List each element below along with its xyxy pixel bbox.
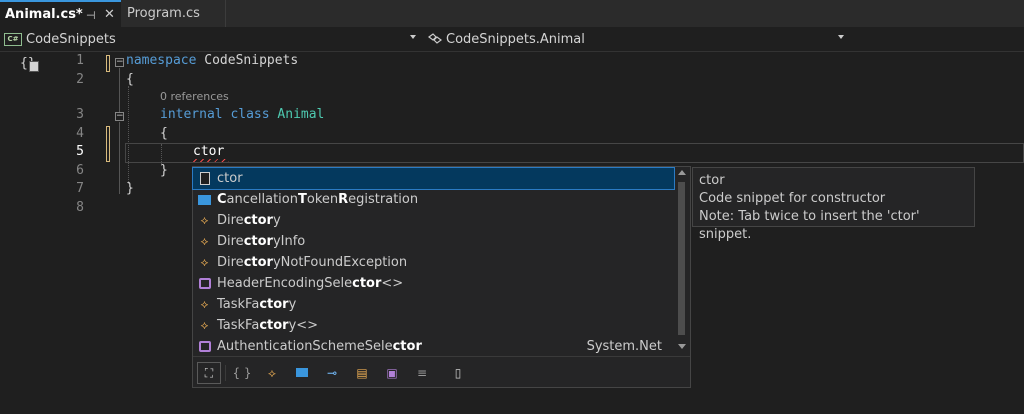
line-number: 8 — [76, 200, 84, 215]
code-line-7: } — [126, 181, 134, 196]
line-number: 6 — [76, 163, 84, 178]
scroll-thumb[interactable] — [678, 182, 685, 335]
chevron-down-icon — [838, 35, 844, 39]
tab-strip: Animal.cs* ⊣ ✕ Program.cs — [0, 0, 1024, 27]
completion-item[interactable]: HeaderEncodingSelector<> — [193, 273, 674, 294]
completion-item-label: Directory — [217, 213, 281, 228]
line-number: 1 — [76, 53, 84, 68]
expand-filter-icon[interactable]: ⛶ — [197, 362, 221, 384]
line-number: 4 — [76, 126, 84, 141]
completion-item-namespace: System.Net — [586, 339, 662, 354]
tab-label: Program.cs — [127, 6, 200, 21]
completion-item-label: TaskFactory — [217, 297, 297, 312]
delegate-icon — [197, 339, 212, 354]
completion-scrollbar[interactable] — [675, 168, 689, 354]
delegate-icon — [197, 276, 212, 291]
change-marker — [106, 55, 110, 72]
completion-item-label: CancellationTokenRegistration — [217, 192, 419, 207]
code-line-3: internal class Animal — [160, 107, 324, 122]
completion-item[interactable]: ⟡ DirectoryNotFoundException — [193, 252, 674, 273]
code-line-6: } — [160, 163, 168, 178]
tab-label: Animal.cs* — [5, 7, 83, 22]
interface-filter-icon[interactable]: ⊸ — [321, 363, 343, 383]
current-line-highlight — [125, 143, 1024, 163]
line-number: 7 — [76, 181, 84, 196]
change-marker — [106, 126, 110, 162]
completion-item[interactable]: ⟡ DirectoryInfo — [193, 231, 674, 252]
codelens-references[interactable]: 0 references — [160, 90, 229, 103]
namespace-filter-icon[interactable]: { } — [231, 363, 253, 383]
completion-item[interactable]: ⟡ Directory — [193, 210, 674, 231]
code-line-1: namespace CodeSnippets — [126, 53, 298, 68]
fold-line — [119, 122, 120, 194]
separator — [225, 365, 226, 381]
chevron-down-icon — [410, 35, 416, 39]
indent-guide — [128, 86, 129, 184]
tooltip-description: Code snippet for constructor — [699, 191, 886, 206]
class-dropdown[interactable]: CodeSnippets.Animal — [428, 29, 848, 49]
project-label: CodeSnippets — [26, 31, 116, 47]
class-icon — [428, 33, 442, 44]
completion-item-label: DirectoryInfo — [217, 234, 306, 249]
completion-item[interactable]: CancellationTokenRegistration — [193, 189, 674, 210]
code-line-4: { — [160, 126, 168, 141]
completion-item[interactable]: ctor — [192, 167, 675, 190]
class-icon: ⟡ — [200, 318, 209, 332]
completion-item-label: ctor — [217, 171, 243, 186]
enum-filter-icon[interactable]: ▤ — [351, 363, 373, 383]
line-number-current: 5 — [76, 144, 84, 159]
identifier: CodeSnippets — [196, 53, 299, 68]
keyword: class — [222, 107, 270, 122]
scroll-down-icon[interactable] — [678, 344, 686, 349]
code-line-2: { — [126, 72, 134, 87]
delegate-filter-icon[interactable]: ▣ — [381, 363, 403, 383]
pin-icon[interactable]: ⊣ — [86, 9, 96, 22]
class-filter-icon[interactable]: ⟡ — [261, 363, 283, 383]
fold-toggle-icon[interactable]: − — [115, 58, 124, 67]
snippet-filter-icon[interactable]: ▯ — [447, 363, 469, 383]
completion-filter-bar: ⛶ { } ⟡ ⊸ ▤ ▣ ≡ ▯ — [193, 356, 690, 388]
class-icon: ⟡ — [200, 297, 209, 311]
type-name: Animal — [269, 107, 325, 122]
close-icon[interactable]: ✕ — [104, 7, 115, 22]
class-icon: ⟡ — [200, 255, 209, 269]
intellisense-completion-list[interactable]: ctor CancellationTokenRegistration ⟡ Direct… — [192, 166, 691, 388]
line-number: 2 — [76, 72, 84, 87]
fold-toggle-icon[interactable]: − — [115, 112, 124, 121]
struct-icon — [197, 192, 212, 207]
struct-filter-icon[interactable] — [291, 363, 313, 383]
tooltip-title: ctor — [699, 173, 725, 188]
code-line-5: ctor — [193, 144, 225, 159]
completion-item-label: HeaderEncodingSelector<> — [217, 276, 404, 291]
fold-line — [119, 68, 120, 112]
snippet-icon — [197, 171, 212, 186]
tab-program-cs[interactable]: Program.cs — [121, 0, 226, 27]
keyword: namespace — [126, 53, 197, 68]
scroll-up-icon[interactable] — [678, 170, 686, 175]
quick-action-icon[interactable] — [29, 61, 39, 72]
navigation-bar: C# CodeSnippets CodeSnippets.Animal — [0, 27, 1024, 52]
project-dropdown[interactable]: C# CodeSnippets — [4, 29, 420, 49]
class-icon: ⟡ — [200, 213, 209, 227]
csharp-project-icon: C# — [4, 32, 22, 46]
module-filter-icon[interactable]: ≡ — [411, 363, 433, 383]
keyword: internal — [160, 107, 223, 122]
line-number: 3 — [76, 107, 84, 122]
completion-item-label: TaskFactory<> — [217, 318, 319, 333]
tooltip-note: Note: Tab twice to insert the 'ctor' sni… — [699, 209, 920, 242]
completion-item[interactable]: ⟡ TaskFactory — [193, 294, 674, 315]
class-icon: ⟡ — [200, 234, 209, 248]
completion-item[interactable]: AuthenticationSchemeSelector System.Net — [193, 336, 674, 357]
error-squiggle — [193, 159, 229, 162]
completion-item-label: DirectoryNotFoundException — [217, 255, 408, 270]
class-label: CodeSnippets.Animal — [446, 31, 585, 47]
completion-item[interactable]: ⟡ TaskFactory<> — [193, 315, 674, 336]
tab-animal-cs[interactable]: Animal.cs* ⊣ ✕ — [0, 0, 121, 27]
snippet-tooltip: ctor Code snippet for constructor Note: … — [692, 167, 975, 242]
completion-item-label: AuthenticationSchemeSelector — [217, 339, 422, 354]
